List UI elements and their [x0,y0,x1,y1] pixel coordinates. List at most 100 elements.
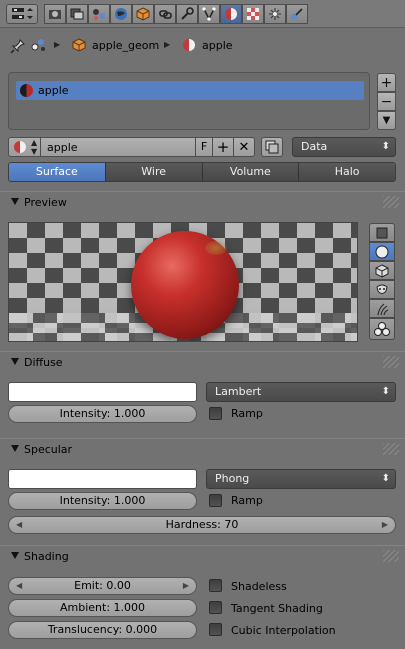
render-tab[interactable] [44,4,66,24]
tab-wire[interactable]: Wire [105,163,203,181]
texture-tab[interactable] [242,4,264,24]
plus-icon: + [216,138,230,156]
panel-title: Preview [24,196,67,209]
slot-specials-button[interactable]: ▼ [377,111,396,130]
material-preview [8,222,358,342]
object-data-tab[interactable] [198,4,220,24]
decrement-arrow-icon[interactable]: ◀ [16,517,22,533]
preview-monkey-button[interactable] [369,280,395,299]
hardness-label: Hardness: 70 [165,518,239,531]
scene-tab[interactable] [88,4,110,24]
increment-arrow-icon[interactable]: ▶ [183,578,189,594]
pin-icon[interactable] [10,38,26,54]
remove-slot-button[interactable]: − [377,92,396,111]
preview-flat-button[interactable] [369,223,395,242]
panel-title: Shading [24,550,69,563]
sphere-icon [375,245,389,258]
constraints-tab[interactable] [154,4,176,24]
material-slot-icon [20,84,33,97]
preview-world-button[interactable] [369,318,395,340]
cubic-interpolation-checkbox[interactable] [209,623,222,636]
physics-tab[interactable] [286,4,308,24]
collapse-triangle-icon [11,552,19,559]
diffuse-intensity-label: Intensity: 1.000 [59,407,146,420]
render-layers-icon [70,8,84,20]
hardness-slider[interactable]: ◀ Hardness: 70 ▶ [8,516,396,534]
material-link-value: Data [301,140,328,153]
object-icon [136,7,150,21]
triangle-down-icon: ▼ [382,115,391,126]
material-type-tabs: Surface Wire Volume Halo [8,162,396,182]
specular-panel-header[interactable]: Specular [0,438,405,460]
cubic-interpolation-label: Cubic Interpolation [231,624,336,637]
physics-icon [291,8,303,20]
tab-halo[interactable]: Halo [299,163,395,181]
material-slot-list[interactable]: apple [8,72,370,130]
new-material-button[interactable]: + [212,137,234,157]
copy-icon [265,140,279,154]
specular-intensity-slider[interactable]: Intensity: 1.000 [8,492,197,510]
specular-shader-dropdown[interactable]: Phong ⬍ [206,469,396,489]
diffuse-ramp-checkbox[interactable] [209,407,222,420]
diffuse-intensity-slider[interactable]: Intensity: 1.000 [8,405,197,423]
preview-hair-button[interactable] [369,299,395,318]
properties-header [0,0,405,28]
object-tab[interactable] [132,4,154,24]
preview-cube-button[interactable] [369,261,395,280]
minus-icon: − [380,93,393,110]
ambient-slider[interactable]: Ambient: 1.000 [8,599,197,617]
panel-grip-icon[interactable] [383,196,399,208]
specular-ramp-checkbox[interactable] [209,494,222,507]
material-slot-label: apple [38,84,69,97]
material-link-dropdown[interactable]: Data ⬍ [292,137,396,157]
render-layers-tab[interactable] [66,4,88,24]
tab-volume[interactable]: Volume [202,163,300,181]
emit-slider[interactable]: ◀ Emit: 0.00 ▶ [8,577,197,595]
modifiers-tab[interactable] [176,4,198,24]
panel-grip-icon[interactable] [383,356,399,368]
breadcrumb-object[interactable]: apple_geom [92,39,159,52]
panel-title: Diffuse [24,356,63,369]
shading-panel-header[interactable]: Shading [0,545,405,567]
shadeless-checkbox[interactable] [209,579,222,592]
collapse-triangle-icon [11,198,19,205]
diffuse-color-swatch[interactable] [8,382,197,402]
ambient-label: Ambient: 1.000 [59,601,146,614]
diffuse-shader-dropdown[interactable]: Lambert ⬍ [206,382,396,402]
specular-ramp-label: Ramp [231,494,263,507]
fake-user-button[interactable]: F [195,137,213,157]
specular-color-swatch[interactable] [8,469,197,489]
world-tab[interactable] [110,4,132,24]
material-name-field[interactable]: apple [40,137,196,157]
dropdown-arrows-icon: ⬍ [381,386,390,397]
diffuse-panel-header[interactable]: Diffuse [0,351,405,373]
decrement-arrow-icon[interactable]: ◀ [16,578,22,594]
copy-material-button[interactable] [261,137,283,157]
add-slot-button[interactable]: + [377,73,396,92]
material-tab[interactable] [220,4,242,24]
diffuse-ramp-label: Ramp [231,407,263,420]
increment-arrow-icon[interactable]: ▶ [382,517,388,533]
list-item[interactable]: apple [16,81,364,100]
tab-surface[interactable]: Surface [9,163,106,181]
breadcrumb-separator-icon: ▶ [164,40,171,49]
unlink-material-button[interactable]: ✕ [233,137,255,157]
emit-label: Emit: 0.00 [74,579,131,592]
shadeless-label: Shadeless [231,580,287,593]
scene-breadcrumb-icon [31,39,45,51]
preview-panel-header[interactable]: Preview [0,191,405,213]
dropdown-arrows-icon: ⬍ [381,473,390,484]
preview-sphere [131,231,239,339]
particles-tab[interactable] [264,4,286,24]
cube-icon [375,263,389,278]
collapse-triangle-icon [11,358,19,365]
world-icon [115,8,127,20]
panel-grip-icon[interactable] [383,550,399,562]
preview-sphere-button[interactable] [369,242,395,261]
breadcrumb-material[interactable]: apple [202,39,233,52]
tangent-shading-checkbox[interactable] [209,601,222,614]
editor-type-button[interactable] [6,4,38,24]
material-browse-button[interactable]: ▲ ▼ [8,137,42,157]
translucency-slider[interactable]: Translucency: 0.000 [8,621,197,639]
panel-grip-icon[interactable] [383,443,399,455]
